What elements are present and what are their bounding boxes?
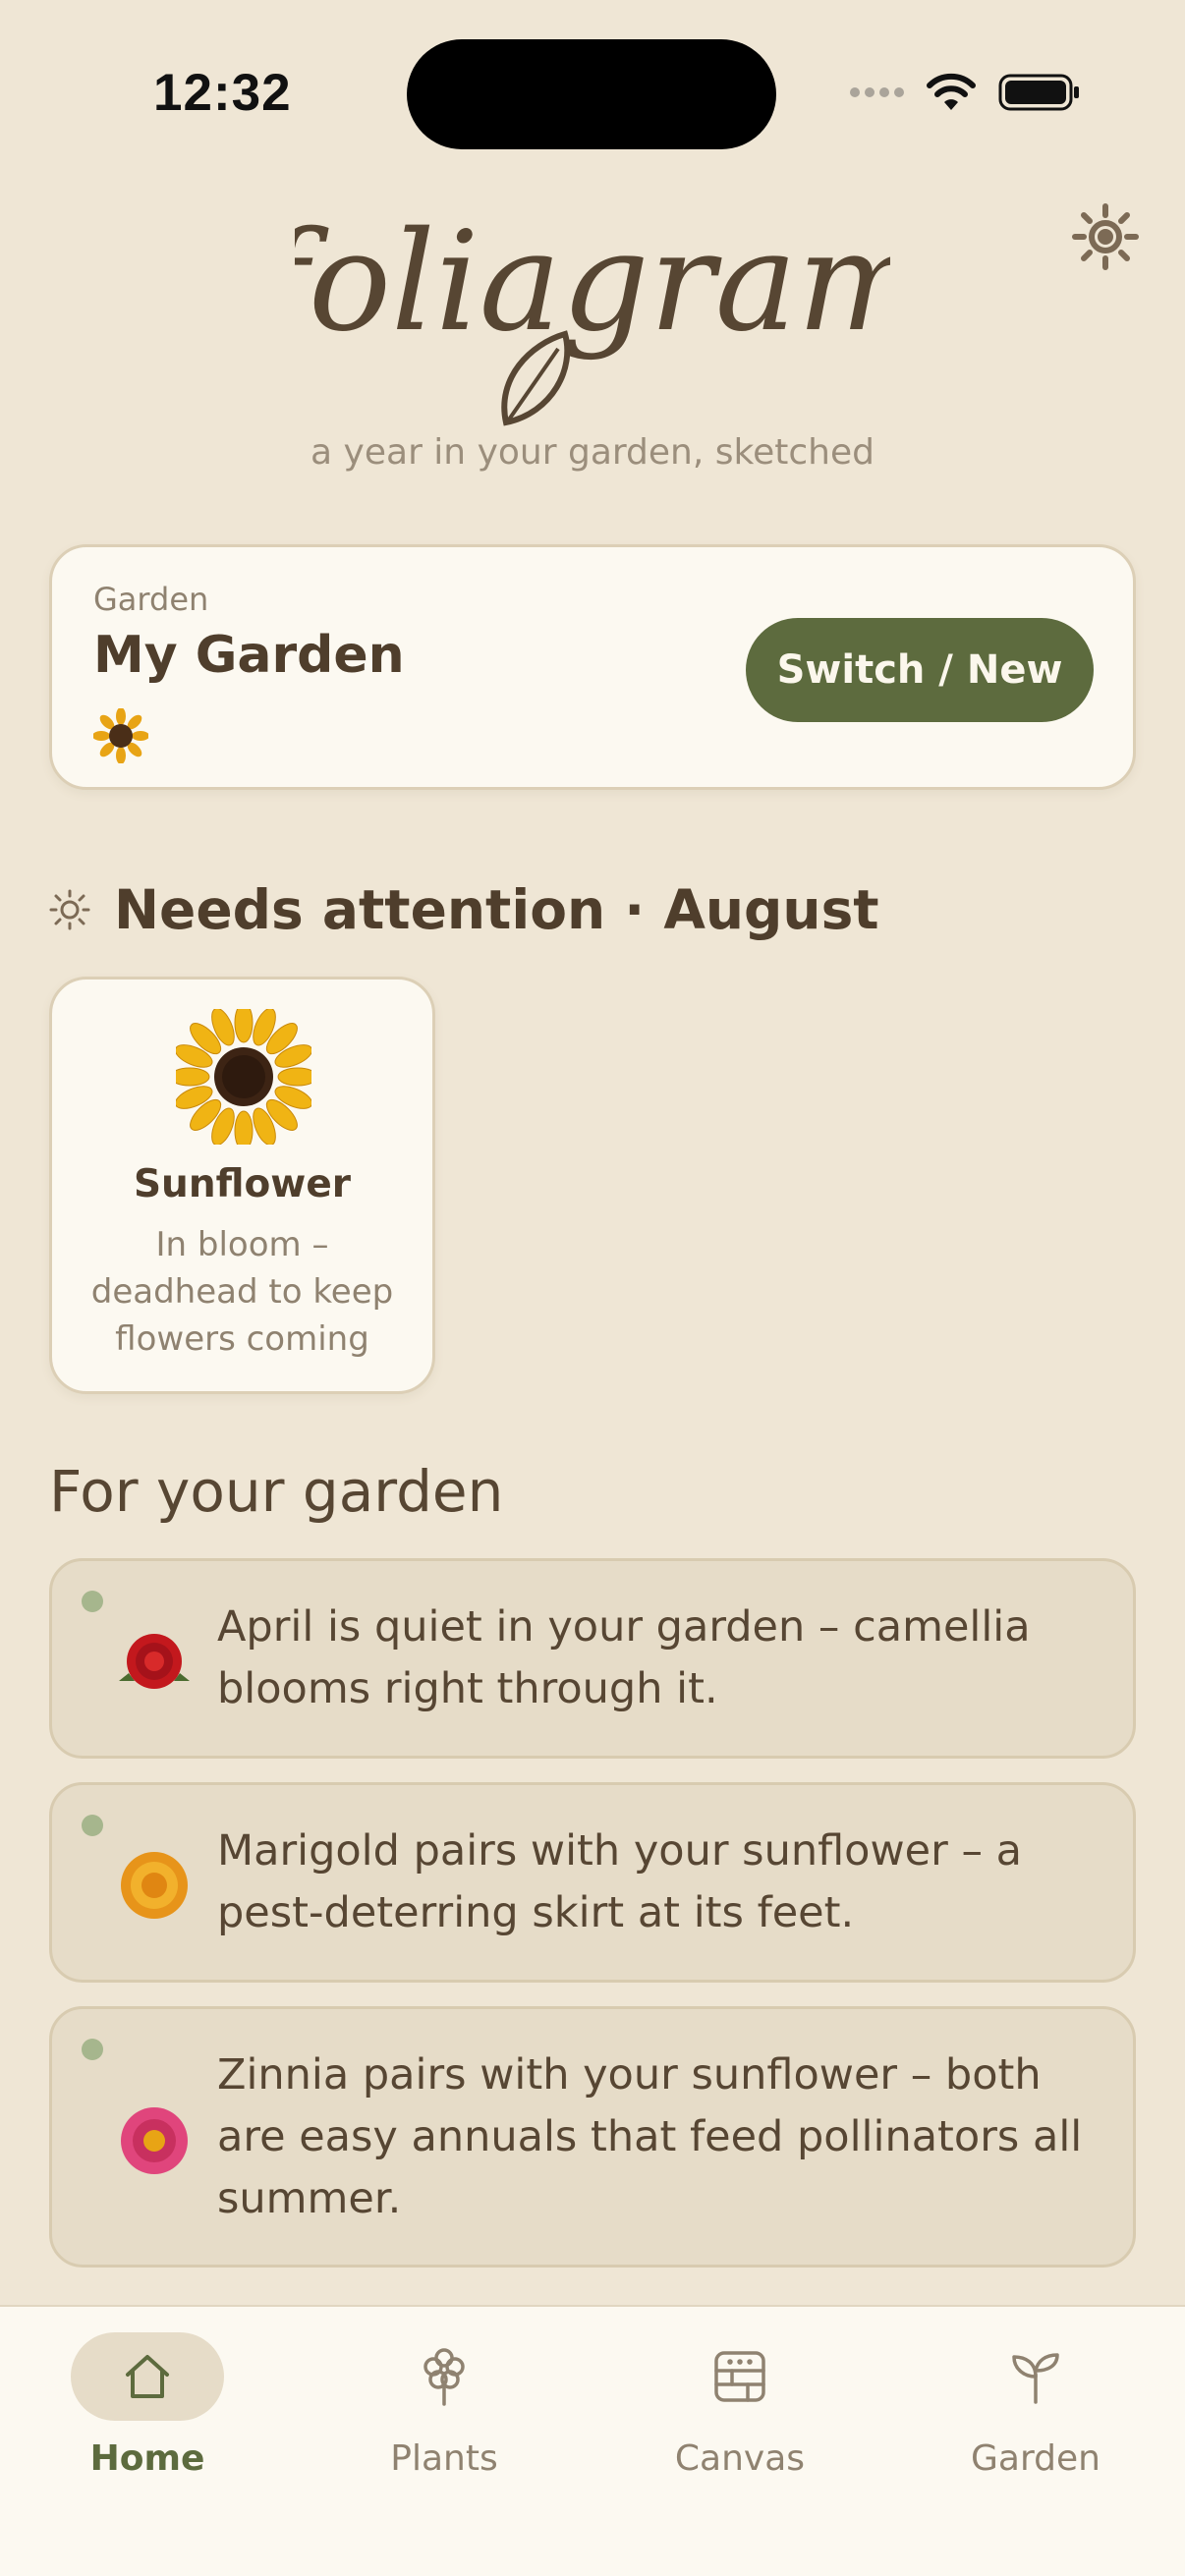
wifi-icon — [927, 73, 976, 110]
status-icons — [850, 73, 1081, 112]
marigold-icon — [121, 1852, 188, 1919]
dynamic-island — [407, 39, 776, 149]
app-logo: foliagram — [295, 202, 890, 426]
tagline: a year in your garden, sketched — [310, 432, 875, 473]
switch-new-button[interactable]: Switch / New — [746, 618, 1094, 722]
sunflower-icon — [176, 1009, 311, 1145]
sun-icon — [49, 889, 90, 930]
plant-card-sunflower[interactable]: Sunflower In bloom – deadhead to keep fl… — [49, 977, 435, 1394]
garden-name: My Garden — [93, 626, 405, 685]
suggestion-dot — [82, 1591, 103, 1612]
tab-label: Plants — [390, 2438, 498, 2479]
suggestion-dot — [82, 2039, 103, 2060]
tab-label: Garden — [971, 2438, 1100, 2479]
tab-home[interactable]: Home — [0, 2332, 295, 2529]
suggestion-text: Zinnia pairs with your sunflower – both … — [217, 2050, 1083, 2223]
cellular-signal-icon — [850, 87, 904, 97]
suggestion-card[interactable]: April is quiet in your garden – camellia… — [49, 1558, 1136, 1759]
flower-icon — [423, 2348, 465, 2406]
tab-label: Home — [89, 2438, 205, 2479]
tab-canvas[interactable]: Canvas — [592, 2332, 887, 2529]
home-icon — [126, 2355, 169, 2398]
suggestion-card[interactable]: Marigold pairs with your sunflower – a p… — [49, 1782, 1136, 1983]
canvas-icon — [714, 2351, 765, 2402]
garden-label: Garden — [93, 581, 209, 618]
tab-label: Canvas — [674, 2438, 806, 2479]
tab-plants[interactable]: Plants — [297, 2332, 592, 2529]
needs-attention-title: Needs attention · August — [114, 878, 879, 941]
garden-card: Garden My Garden Switch / New — [49, 544, 1136, 790]
suggestion-text: Marigold pairs with your sunflower – a p… — [217, 1826, 1022, 1937]
sprout-icon — [1012, 2353, 1059, 2404]
for-your-garden-title: For your garden — [49, 1458, 504, 1525]
sunflower-icon — [93, 708, 148, 763]
suggestion-card[interactable]: Zinnia pairs with your sunflower – both … — [49, 2006, 1136, 2268]
plant-name: Sunflower — [133, 1162, 352, 1206]
camellia-icon — [119, 1634, 190, 1689]
tab-bar: Home Plants Canvas Garden — [0, 2305, 1185, 2576]
zinnia-icon — [121, 2107, 188, 2174]
app-logo-wordmark: foliagram — [295, 202, 890, 363]
gear-icon[interactable] — [1071, 202, 1140, 271]
plant-note: In bloom – deadhead to keep flowers comi… — [90, 1225, 394, 1359]
home-screen: 12:32 foliagram a year in your garden, s… — [0, 0, 1185, 2576]
battery-icon — [998, 74, 1079, 111]
status-time: 12:32 — [153, 64, 292, 122]
suggestion-text: April is quiet in your garden – camellia… — [217, 1602, 1031, 1713]
needs-attention-header: Needs attention · August — [49, 878, 879, 941]
suggestion-dot — [82, 1815, 103, 1836]
tab-garden[interactable]: Garden — [888, 2332, 1183, 2529]
